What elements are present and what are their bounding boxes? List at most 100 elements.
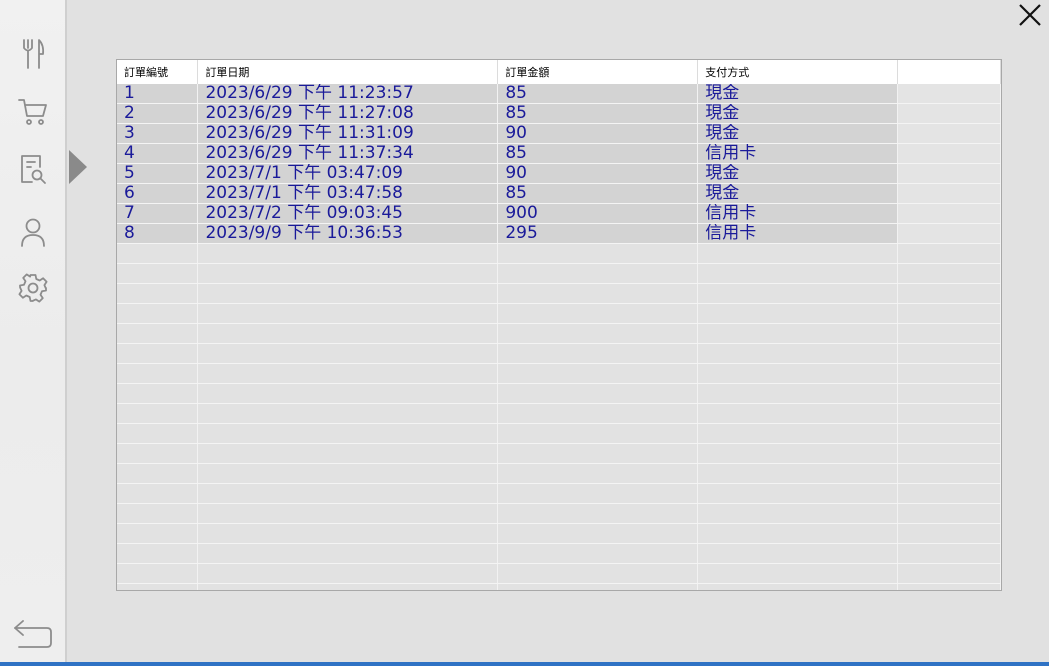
empty-cell [697,363,899,384]
table-row[interactable]: 5 2023/7/1 下午 03:47:09 90 現金 [117,163,1001,184]
empty-cell [697,383,899,404]
cart-icon [18,99,47,125]
empty-cell [117,483,199,504]
back-arrow-icon [14,620,52,648]
cell-order-date[interactable]: 2023/7/2 下午 09:03:45 [197,203,499,224]
empty-cell [497,383,699,404]
cell-order-date[interactable]: 2023/6/29 下午 11:23:57 [197,84,499,104]
cell-filler [897,123,1001,144]
cell-order-amount[interactable]: 85 [497,84,699,104]
cell-payment-method[interactable]: 信用卡 [697,223,899,244]
column-header-order-date[interactable]: 訂單日期 [197,60,499,84]
empty-cell [197,583,499,590]
nav-orders-button[interactable] [14,150,52,188]
cell-order-amount[interactable]: 90 [497,123,699,144]
cell-payment-method[interactable]: 現金 [697,103,899,124]
table-row[interactable]: 8 2023/9/9 下午 10:36:53 295 信用卡 [117,223,1001,244]
empty-cell [697,563,899,584]
table-row[interactable]: 4 2023/6/29 下午 11:37:34 85 信用卡 [117,143,1001,164]
column-header-order-amount[interactable]: 訂單金額 [497,60,699,84]
empty-cell [897,323,1001,344]
cell-payment-method[interactable]: 信用卡 [697,203,899,224]
empty-row [117,483,1001,504]
table-header-row: 訂單編號 訂單日期 訂單金額 支付方式 [117,60,1001,84]
empty-row [117,363,1001,384]
empty-cell [197,503,499,524]
cell-order-id[interactable]: 1 [117,84,199,104]
cell-order-id[interactable]: 5 [117,163,199,184]
column-header-order-id[interactable]: 訂單編號 [117,60,199,84]
cell-order-id[interactable]: 3 [117,123,199,144]
empty-cell [897,443,1001,464]
empty-cell [697,503,899,524]
cell-order-amount[interactable]: 85 [497,143,699,164]
cell-order-amount[interactable]: 90 [497,163,699,184]
empty-cell [897,263,1001,284]
empty-row [117,563,1001,584]
table-row[interactable]: 6 2023/7/1 下午 03:47:58 85 現金 [117,183,1001,204]
empty-cell [897,583,1001,590]
empty-cell [697,523,899,544]
cell-order-amount[interactable]: 85 [497,183,699,204]
empty-row [117,503,1001,524]
cell-payment-method[interactable]: 現金 [697,84,899,104]
empty-cell [897,463,1001,484]
empty-cell [197,543,499,564]
empty-cell [897,343,1001,364]
empty-row [117,543,1001,564]
empty-row [117,463,1001,484]
cell-order-amount[interactable]: 85 [497,103,699,124]
empty-cell [697,343,899,364]
cell-order-id[interactable]: 2 [117,103,199,124]
cell-order-id[interactable]: 6 [117,183,199,204]
cell-payment-method[interactable]: 信用卡 [697,143,899,164]
orders-table: 訂單編號 訂單日期 訂單金額 支付方式 1 2023/6/29 下午 11:23:… [117,60,1001,590]
empty-cell [197,423,499,444]
table-row[interactable]: 2 2023/6/29 下午 11:27:08 85 現金 [117,103,1001,124]
empty-cell [197,523,499,544]
empty-row [117,303,1001,324]
nav-settings-button[interactable] [14,269,52,307]
empty-cell [197,483,499,504]
cell-order-date[interactable]: 2023/6/29 下午 11:27:08 [197,103,499,124]
empty-cell [697,583,899,590]
empty-cell [897,523,1001,544]
empty-cell [197,563,499,584]
cell-order-amount[interactable]: 900 [497,203,699,224]
empty-cell [497,303,699,324]
empty-cell [117,463,199,484]
empty-cell [697,423,899,444]
empty-cell [117,283,199,304]
cell-payment-method[interactable]: 現金 [697,183,899,204]
nav-user-button[interactable] [14,213,52,251]
user-icon [21,218,45,247]
empty-cell [117,243,199,264]
empty-cell [897,503,1001,524]
empty-cell [497,483,699,504]
empty-cell [497,443,699,464]
column-header-payment-method[interactable]: 支付方式 [697,60,899,84]
back-button[interactable] [10,614,56,652]
empty-cell [497,503,699,524]
empty-cell [197,343,499,364]
empty-cell [897,383,1001,404]
cell-order-id[interactable]: 4 [117,143,199,164]
cell-order-date[interactable]: 2023/7/1 下午 03:47:58 [197,183,499,204]
cell-order-date[interactable]: 2023/6/29 下午 11:31:09 [197,123,499,144]
table-row[interactable]: 1 2023/6/29 下午 11:23:57 85 現金 [117,84,1001,104]
cell-order-id[interactable]: 7 [117,203,199,224]
cell-order-id[interactable]: 8 [117,223,199,244]
cell-payment-method[interactable]: 現金 [697,123,899,144]
cell-order-date[interactable]: 2023/7/1 下午 03:47:09 [197,163,499,184]
cell-order-date[interactable]: 2023/9/9 下午 10:36:53 [197,223,499,244]
empty-cell [117,443,199,464]
nav-menu-button[interactable] [14,35,52,73]
table-row[interactable]: 7 2023/7/2 下午 09:03:45 900 信用卡 [117,203,1001,224]
close-icon[interactable] [1017,2,1043,28]
cell-order-date[interactable]: 2023/6/29 下午 11:37:34 [197,143,499,164]
table-row[interactable]: 3 2023/6/29 下午 11:31:09 90 現金 [117,123,1001,144]
cell-payment-method[interactable]: 現金 [697,163,899,184]
cell-order-amount[interactable]: 295 [497,223,699,244]
nav-cart-button[interactable] [14,93,52,131]
empty-cell [117,583,199,590]
